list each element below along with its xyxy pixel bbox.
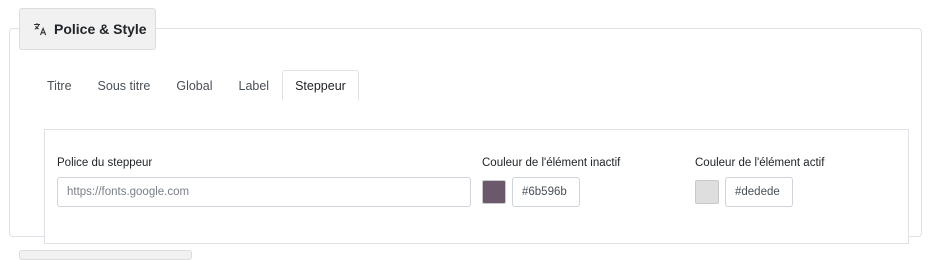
- tab-sous-titre[interactable]: Sous titre: [85, 70, 164, 101]
- active-color-swatch[interactable]: [695, 180, 719, 204]
- tab-steppeur[interactable]: Steppeur: [282, 70, 359, 101]
- police-style-panel: Police du steppeur Couleur de l'élément …: [9, 28, 922, 244]
- tab-global[interactable]: Global: [163, 70, 225, 101]
- inactive-color-input[interactable]: [512, 177, 580, 207]
- section-title: Police & Style: [54, 21, 147, 37]
- next-section-header[interactable]: [19, 250, 192, 260]
- stepper-font-input[interactable]: [57, 177, 471, 207]
- translate-icon: [34, 23, 47, 36]
- tab-label[interactable]: Label: [226, 70, 283, 101]
- active-color-label: Couleur de l'élément actif: [695, 157, 825, 169]
- tab-titre[interactable]: Titre: [34, 70, 85, 101]
- steppeur-tab-content: Police du steppeur Couleur de l'élément …: [44, 129, 909, 244]
- style-tabs: Titre Sous titre Global Label Steppeur: [34, 70, 359, 101]
- section-header[interactable]: Police & Style: [19, 8, 156, 50]
- inactive-color-label: Couleur de l'élément inactif: [482, 157, 621, 169]
- inactive-color-swatch[interactable]: [482, 180, 506, 204]
- active-color-input[interactable]: [725, 177, 793, 207]
- stepper-font-label: Police du steppeur: [57, 157, 153, 169]
